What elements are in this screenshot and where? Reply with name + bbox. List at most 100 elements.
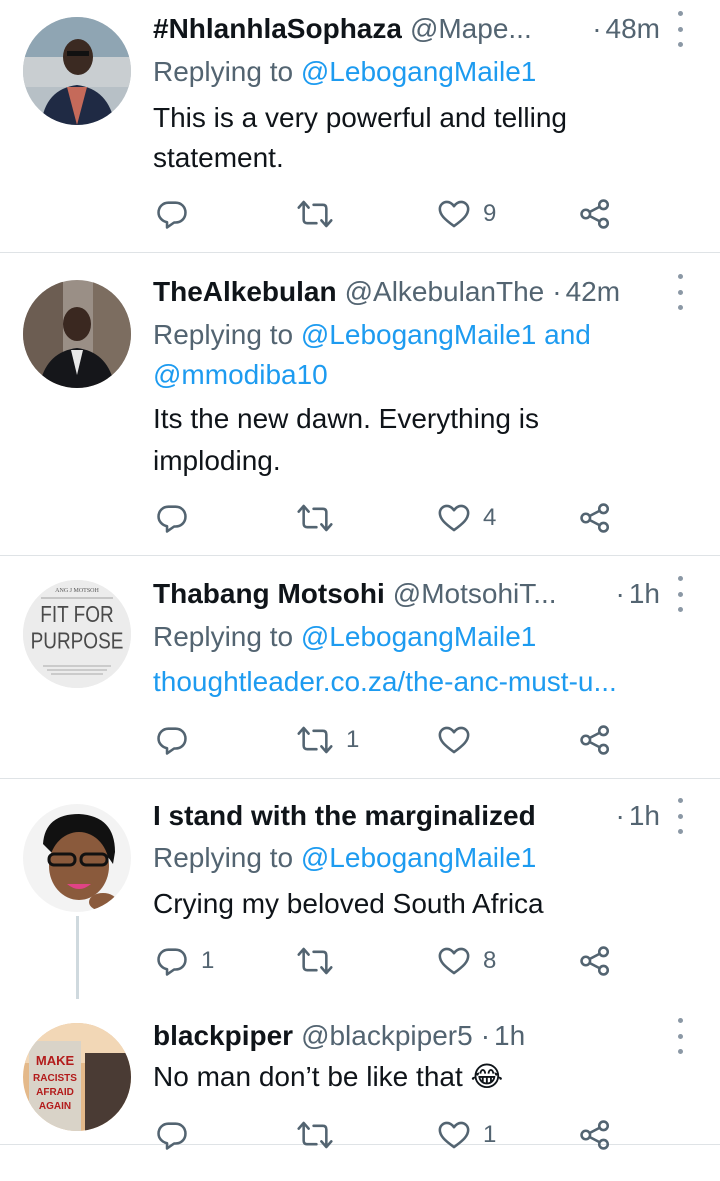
share-button[interactable]: [578, 720, 612, 760]
tweet-text: imploding.: [153, 445, 281, 476]
mention-link[interactable]: @mmodiba10: [153, 359, 328, 390]
share-icon: [580, 946, 610, 976]
reply-button[interactable]: [155, 194, 201, 234]
retweet-button[interactable]: [296, 941, 346, 981]
reply-button[interactable]: [155, 720, 201, 760]
reply-icon: [157, 1122, 187, 1150]
display-name[interactable]: #NhlanhlaSophaza: [153, 9, 402, 49]
share-button[interactable]: [578, 1115, 612, 1155]
reply-icon: [157, 201, 187, 229]
avatar-sign-line1: MAKE: [36, 1053, 75, 1068]
display-name[interactable]: I stand with the marginalized: [153, 796, 536, 836]
timestamp[interactable]: 1h: [629, 796, 660, 836]
separator-dot: ·: [480, 1020, 491, 1051]
replying-to-label: Replying to: [153, 319, 294, 350]
avatar[interactable]: [23, 17, 131, 125]
reply-icon: [157, 948, 187, 976]
more-options-icon[interactable]: [674, 274, 686, 310]
retweet-icon: [297, 726, 333, 754]
tweet-text: No man don’t be like that 😂: [153, 1061, 504, 1092]
display-name[interactable]: TheAlkebulan: [153, 272, 337, 312]
user-handle[interactable]: @blackpiper5: [301, 1016, 473, 1056]
display-name[interactable]: Thabang Motsohi: [153, 574, 385, 614]
mention-link[interactable]: @LebogangMaile1: [301, 842, 536, 873]
reply-icon: [157, 505, 187, 533]
more-options-icon[interactable]: [674, 576, 686, 612]
tweet-item[interactable]: ANG J MOTSOH FIT FOR PURPOSE Thabang Mot…: [0, 556, 720, 779]
heart-icon: [438, 504, 470, 532]
retweet-icon: [297, 200, 333, 228]
retweet-icon: [297, 947, 333, 975]
reply-button[interactable]: [155, 498, 201, 538]
avatar-title-line2: PURPOSE: [31, 629, 124, 654]
tweet-header: blackpiper @blackpiper5 · 1h: [153, 1016, 660, 1056]
more-options-icon[interactable]: [674, 1018, 686, 1054]
heart-icon: [438, 726, 470, 754]
tweet-item[interactable]: #NhlanhlaSophaza @Mape... · 48m Replying…: [0, 0, 720, 253]
tweet-item[interactable]: TheAlkebulan @AlkebulanThe · 42m Replyin…: [0, 253, 720, 556]
retweet-button[interactable]: [296, 498, 346, 538]
tweet-item[interactable]: I stand with the marginalized · 1h Reply…: [0, 779, 720, 999]
user-handle[interactable]: @AlkebulanThe: [345, 272, 545, 312]
more-options-icon[interactable]: [674, 11, 686, 47]
retweet-button[interactable]: 1: [296, 720, 359, 760]
replying-to-label: Replying to: [153, 56, 294, 87]
user-handle[interactable]: @Mape...: [410, 9, 532, 49]
timestamp[interactable]: 1h: [494, 1016, 525, 1056]
tweet-item[interactable]: MAKE RACISTS AFRAID AGAIN blackpiper @bl…: [0, 999, 720, 1150]
like-button[interactable]: [437, 720, 483, 760]
reply-context-continued: @mmodiba10: [153, 354, 680, 396]
reply-context: Replying to @LebogangMaile1: [153, 616, 680, 658]
user-handle[interactable]: @MotsohiT...: [393, 574, 557, 614]
share-button[interactable]: [578, 941, 612, 981]
retweet-button[interactable]: [296, 194, 346, 234]
share-button[interactable]: [578, 194, 612, 234]
reply-icon: [157, 727, 187, 755]
external-link[interactable]: thoughtleader.co.za/the-anc-must-u...: [153, 661, 680, 703]
mention-link[interactable]: @LebogangMaile1: [301, 319, 536, 350]
tweet-header: TheAlkebulan @AlkebulanThe · 42m: [153, 272, 660, 312]
heart-icon: [438, 947, 470, 975]
reply-button[interactable]: 1: [155, 941, 214, 981]
avatar-title-line1: FIT FOR: [40, 602, 113, 627]
timestamp[interactable]: 1h: [629, 574, 660, 614]
retweet-icon: [297, 1121, 333, 1149]
like-button[interactable]: 8: [437, 941, 496, 981]
share-icon: [580, 199, 610, 229]
heart-icon: [438, 200, 470, 228]
retweet-count: 1: [346, 726, 360, 753]
tweet-header: I stand with the marginalized · 1h: [153, 796, 660, 836]
reply-and-label: and: [544, 319, 591, 350]
like-button[interactable]: 9: [437, 194, 496, 234]
share-button[interactable]: [578, 498, 612, 538]
share-icon: [580, 503, 610, 533]
tweet-text: Its the new dawn. Everything is: [153, 403, 539, 434]
reply-count: 1: [201, 947, 215, 974]
tweet-header: #NhlanhlaSophaza @Mape... · 48m: [153, 9, 660, 49]
more-options-icon[interactable]: [674, 798, 686, 834]
timestamp[interactable]: 48m: [606, 9, 660, 49]
display-name[interactable]: blackpiper: [153, 1016, 293, 1056]
mention-link[interactable]: @LebogangMaile1: [301, 621, 536, 652]
mention-link[interactable]: @LebogangMaile1: [301, 56, 536, 87]
avatar[interactable]: [23, 280, 131, 388]
avatar-sign-line4: AGAIN: [39, 1101, 71, 1112]
separator-dot: ·: [592, 13, 602, 44]
retweet-button[interactable]: [296, 1115, 346, 1155]
share-icon: [580, 1120, 610, 1150]
avatar[interactable]: [23, 804, 131, 912]
tweet-text: This is a very powerful and telling: [153, 102, 567, 133]
replying-to-label: Replying to: [153, 621, 294, 652]
like-button[interactable]: 4: [437, 498, 496, 538]
timestamp[interactable]: 42m: [566, 272, 620, 312]
like-count: 8: [483, 947, 497, 974]
separator-dot: ·: [552, 276, 562, 307]
reply-button[interactable]: [155, 1115, 201, 1155]
like-button[interactable]: 1: [437, 1115, 496, 1155]
thread-connector: [76, 916, 79, 999]
avatar[interactable]: ANG J MOTSOH FIT FOR PURPOSE: [23, 580, 131, 688]
avatar[interactable]: MAKE RACISTS AFRAID AGAIN: [23, 1023, 131, 1131]
share-icon: [580, 725, 610, 755]
avatar-sign-line2: RACISTS: [33, 1073, 77, 1084]
like-count: 4: [483, 504, 497, 531]
